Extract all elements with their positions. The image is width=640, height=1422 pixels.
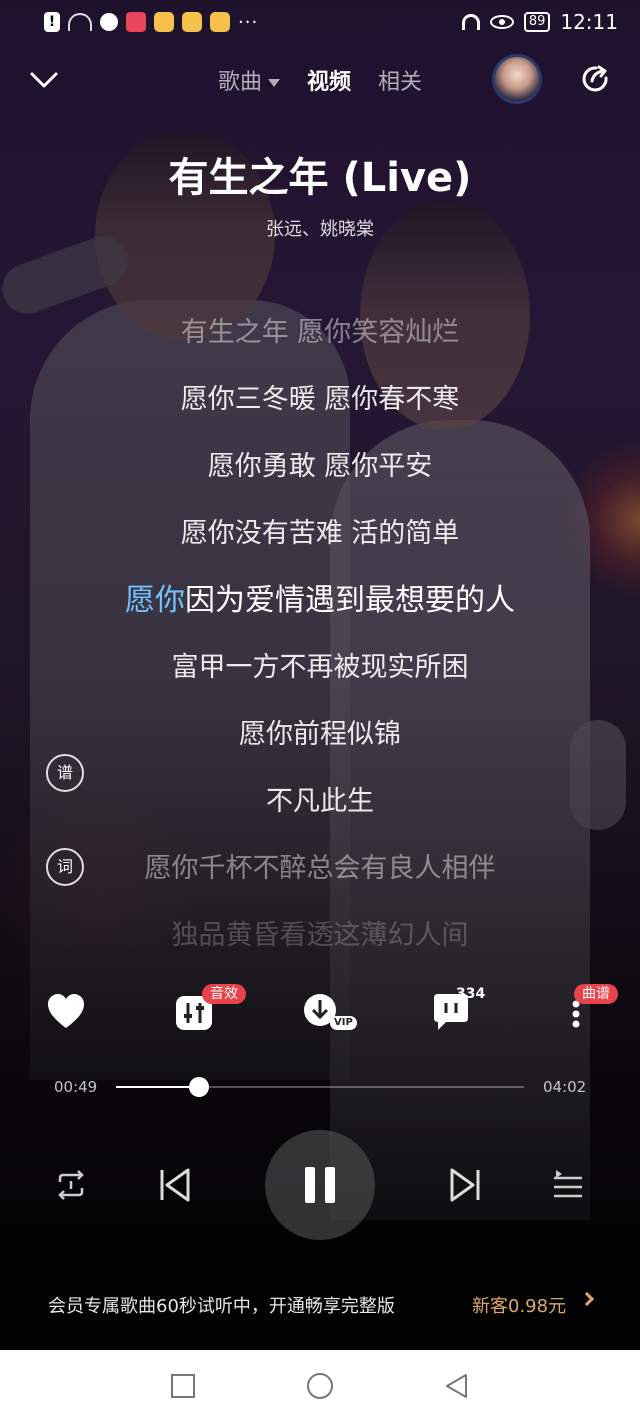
- lyric-line: 愿你没有苦难 活的简单: [180, 518, 460, 549]
- clock: 12:11: [560, 10, 618, 34]
- notification-icons: ! ···: [44, 12, 258, 33]
- alert-icon: !: [44, 12, 60, 32]
- next-icon[interactable]: [448, 1166, 482, 1204]
- lyric-line: 独品黄昏看透这薄幻人间: [171, 920, 469, 951]
- headphones-icon: [461, 14, 480, 30]
- system-nav-bar: [0, 1350, 640, 1422]
- player-tabs: 歌曲 视频 相关: [0, 64, 640, 96]
- pause-icon: [325, 1167, 335, 1203]
- tab-video[interactable]: 视频: [307, 64, 351, 96]
- seek-track-fill: [116, 1086, 199, 1088]
- repeat-icon[interactable]: [54, 1168, 88, 1202]
- lyrics-panel[interactable]: 有生之年 愿你笑容灿烂 愿你三冬暖 愿你春不寒 愿你勇敢 愿你平安 愿你没有苦难…: [0, 312, 640, 982]
- vip-badge: VIP: [330, 1016, 357, 1030]
- sheet-music-button[interactable]: 谱: [46, 754, 84, 792]
- heart-icon[interactable]: [44, 990, 88, 1034]
- weibo-icon: [210, 12, 230, 32]
- baidu-icon: [100, 13, 118, 31]
- wifi-icon: [68, 13, 92, 31]
- share-icon[interactable]: [580, 64, 610, 94]
- pause-icon: [305, 1167, 315, 1203]
- transport-controls: [0, 1130, 640, 1240]
- lyric-sung-part: 愿你: [125, 583, 185, 618]
- sheet-music-label: 谱: [56, 763, 73, 782]
- lyric-unsung-part: 因为爱情遇到最想要的人: [185, 583, 515, 618]
- vip-trial-banner[interactable]: 会员专属歌曲60秒试听中，开通畅享完整版 新客0.98元: [0, 1276, 640, 1330]
- song-title: 有生之年 (Live): [168, 155, 472, 201]
- eye-comfort-icon: [489, 15, 514, 29]
- pause-button[interactable]: [265, 1130, 375, 1240]
- lyric-line: 愿你三冬暖 愿你春不寒: [180, 384, 460, 415]
- action-bar: 音效 VIP 334 曲谱: [0, 984, 640, 1040]
- score-badge: 曲谱: [574, 984, 618, 1004]
- lyric-line: 不凡此生: [266, 786, 374, 817]
- progress-bar: 00:49 04:02: [0, 1074, 640, 1104]
- tab-video-label: 视频: [306, 70, 351, 95]
- chevron-right-icon: [579, 1291, 595, 1307]
- lyric-line: 有生之年 愿你笑容灿烂: [180, 317, 460, 348]
- tab-related-label: 相关: [378, 70, 423, 95]
- vip-trial-text: 会员专属歌曲60秒试听中，开通畅享完整版: [48, 1296, 395, 1317]
- more-notifications-icon: ···: [238, 11, 259, 33]
- lyric-button-label: 词: [56, 857, 73, 876]
- artist-avatar[interactable]: [492, 54, 542, 104]
- sound-effect-badge: 音效: [202, 984, 246, 1004]
- previous-icon[interactable]: [158, 1166, 192, 1204]
- status-bar: ! ··· 89 12:11: [0, 0, 640, 44]
- home-button[interactable]: [307, 1373, 333, 1399]
- total-time: 04:02: [543, 1078, 587, 1096]
- seek-thumb[interactable]: [189, 1077, 209, 1097]
- system-icons: 89 12:11: [461, 10, 618, 34]
- vip-offer-link[interactable]: 新客0.98元: [472, 1292, 566, 1318]
- song-artists[interactable]: 张远、姚晓棠: [0, 215, 640, 241]
- back-button[interactable]: [442, 1372, 470, 1400]
- lyric-line: 愿你千杯不醉总会有良人相伴: [144, 853, 496, 884]
- lyric-line-current: 愿你因为爱情遇到最想要的人: [0, 580, 640, 647]
- lyric-button[interactable]: 词: [46, 848, 84, 886]
- tab-song-label: 歌曲: [217, 70, 262, 95]
- player-top-bar: 歌曲 视频 相关: [0, 52, 640, 108]
- weibo-icon: [154, 12, 174, 32]
- lyric-line: 愿你前程似锦: [239, 719, 401, 750]
- tab-song[interactable]: 歌曲: [218, 64, 280, 96]
- playlist-icon[interactable]: [552, 1168, 584, 1200]
- recents-button[interactable]: [171, 1374, 195, 1398]
- elapsed-time: 00:49: [54, 1078, 98, 1096]
- tab-related[interactable]: 相关: [378, 64, 422, 96]
- battery-indicator: 89: [523, 12, 551, 32]
- caret-down-icon: [267, 79, 280, 87]
- comment-count: 334: [456, 986, 486, 1002]
- seek-track[interactable]: [116, 1077, 524, 1097]
- lyric-line: 愿你勇敢 愿你平安: [207, 451, 433, 482]
- weibo-icon: [182, 12, 202, 32]
- lyric-line: 富甲一方不再被现实所困: [171, 652, 469, 683]
- reader-app-icon: [126, 12, 146, 32]
